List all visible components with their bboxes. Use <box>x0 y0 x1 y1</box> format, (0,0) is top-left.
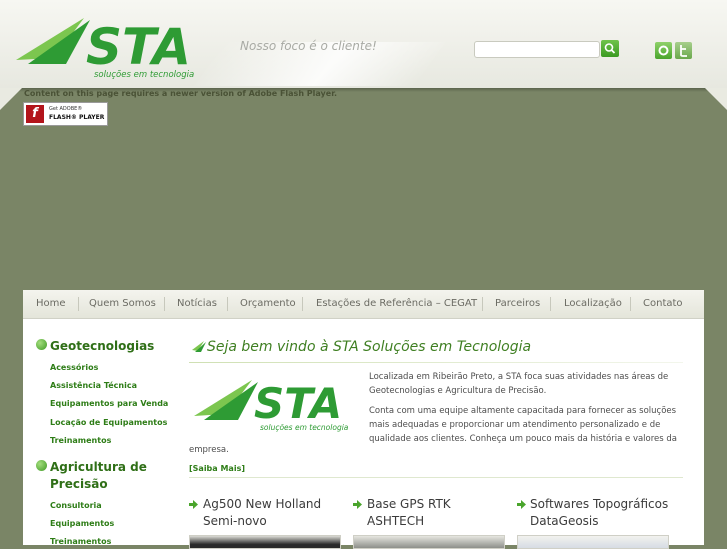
product-title-ag500[interactable]: Ag500 New Holland Semi-novo <box>203 496 343 530</box>
nav-separator <box>78 297 79 311</box>
corner-decoration-right <box>705 88 727 110</box>
team-paragraph-end: empresa. <box>189 445 229 455</box>
orkut-button[interactable] <box>655 42 672 59</box>
product-title-datageosis[interactable]: Softwares Topográficos DataGeosis <box>530 496 680 530</box>
nav-item-localizacao[interactable]: Localização <box>564 290 622 318</box>
sidebar-link-equipamentos-venda[interactable]: Equipamentos para Venda <box>50 399 168 408</box>
product-image-ag500[interactable] <box>189 535 341 549</box>
category-bullet-icon <box>36 460 47 471</box>
flash-required-message: Content on this page requires a newer ve… <box>24 89 338 98</box>
team-paragraph: Conta com uma equipe altamente capacitad… <box>369 406 678 444</box>
welcome-divider <box>189 362 683 363</box>
sidebar-link-consultoria[interactable]: Consultoria <box>50 501 102 510</box>
corner-decoration-left <box>0 88 22 110</box>
main-nav: Home Quem Somos Notícias Orçamento Estaç… <box>23 290 704 319</box>
flash-icon: f <box>26 105 44 123</box>
section-divider <box>189 477 683 478</box>
product-arrow-icon <box>517 500 526 509</box>
category-agricultura-precisao[interactable]: Agricultura de Precisão <box>50 459 160 493</box>
nav-item-orcamento[interactable]: Orçamento <box>240 290 296 318</box>
product-image-datageosis[interactable] <box>517 535 669 549</box>
slogan: Nosso foco é o cliente! <box>240 39 377 53</box>
svg-text:soluções em tecnologia: soluções em tecnologia <box>260 423 349 432</box>
orkut-icon <box>658 45 669 56</box>
intro-paragraph: Localizada em Ribeirão Preto, a STA foca… <box>369 372 669 396</box>
product-title-base-gps[interactable]: Base GPS RTK ASHTECH <box>367 496 507 530</box>
get-flash-player-button[interactable]: f Get ADOBE® FLASH® PLAYER <box>23 102 108 126</box>
twitter-button[interactable] <box>675 42 692 59</box>
svg-text:STA: STA <box>254 379 342 428</box>
check-swoosh-icon <box>192 341 206 352</box>
welcome-title: Seja bem vindo à STA Soluções em Tecnolo… <box>207 339 532 355</box>
product-arrow-icon <box>189 500 198 509</box>
nav-item-home[interactable]: Home <box>36 290 66 318</box>
nav-separator <box>550 297 551 311</box>
category-geotecnologias[interactable]: Geotecnologias <box>50 338 154 355</box>
sta-logo[interactable]: STA soluções em tecnologia <box>14 12 204 80</box>
product-arrow-icon <box>353 500 362 509</box>
nav-separator <box>302 297 303 311</box>
nav-separator <box>482 297 483 311</box>
nav-item-quem-somos[interactable]: Quem Somos <box>89 290 156 318</box>
flash-badge-get: Get ADOBE® <box>49 106 83 112</box>
twitter-icon <box>680 45 687 57</box>
sidebar-link-assistencia[interactable]: Assistência Técnica <box>50 381 137 390</box>
nav-item-noticias[interactable]: Notícias <box>177 290 217 318</box>
search-input[interactable] <box>474 41 600 58</box>
sidebar-link-acessorios[interactable]: Acessórios <box>50 363 98 372</box>
saiba-mais-link[interactable]: [Saiba Mais] <box>189 464 245 473</box>
sidebar-link-locacao[interactable]: Locação de Equipamentos <box>50 418 167 427</box>
search-button[interactable] <box>601 40 619 57</box>
flash-badge-name: FLASH® PLAYER <box>49 114 105 121</box>
sta-body-logo: STA soluções em tecnologia <box>194 379 349 432</box>
product-image-base-gps[interactable] <box>353 535 505 549</box>
nav-separator <box>227 297 228 311</box>
svg-text:soluções em tecnologia: soluções em tecnologia <box>94 70 194 80</box>
category-bullet-icon <box>36 339 47 350</box>
nav-item-contato[interactable]: Contato <box>643 290 683 318</box>
nav-item-estacoes[interactable]: Estações de Referência – CEGAT <box>316 290 477 318</box>
search-icon <box>604 43 616 54</box>
svg-text:STA: STA <box>86 18 191 76</box>
nav-separator <box>164 297 165 311</box>
header: STA soluções em tecnologia Nosso foco é … <box>0 0 727 88</box>
sidebar-link-equipamentos[interactable]: Equipamentos <box>50 519 114 528</box>
nav-separator <box>630 297 631 311</box>
sidebar-link-treinamentos-geo[interactable]: Treinamentos <box>50 436 111 445</box>
nav-item-parceiros[interactable]: Parceiros <box>495 290 540 318</box>
